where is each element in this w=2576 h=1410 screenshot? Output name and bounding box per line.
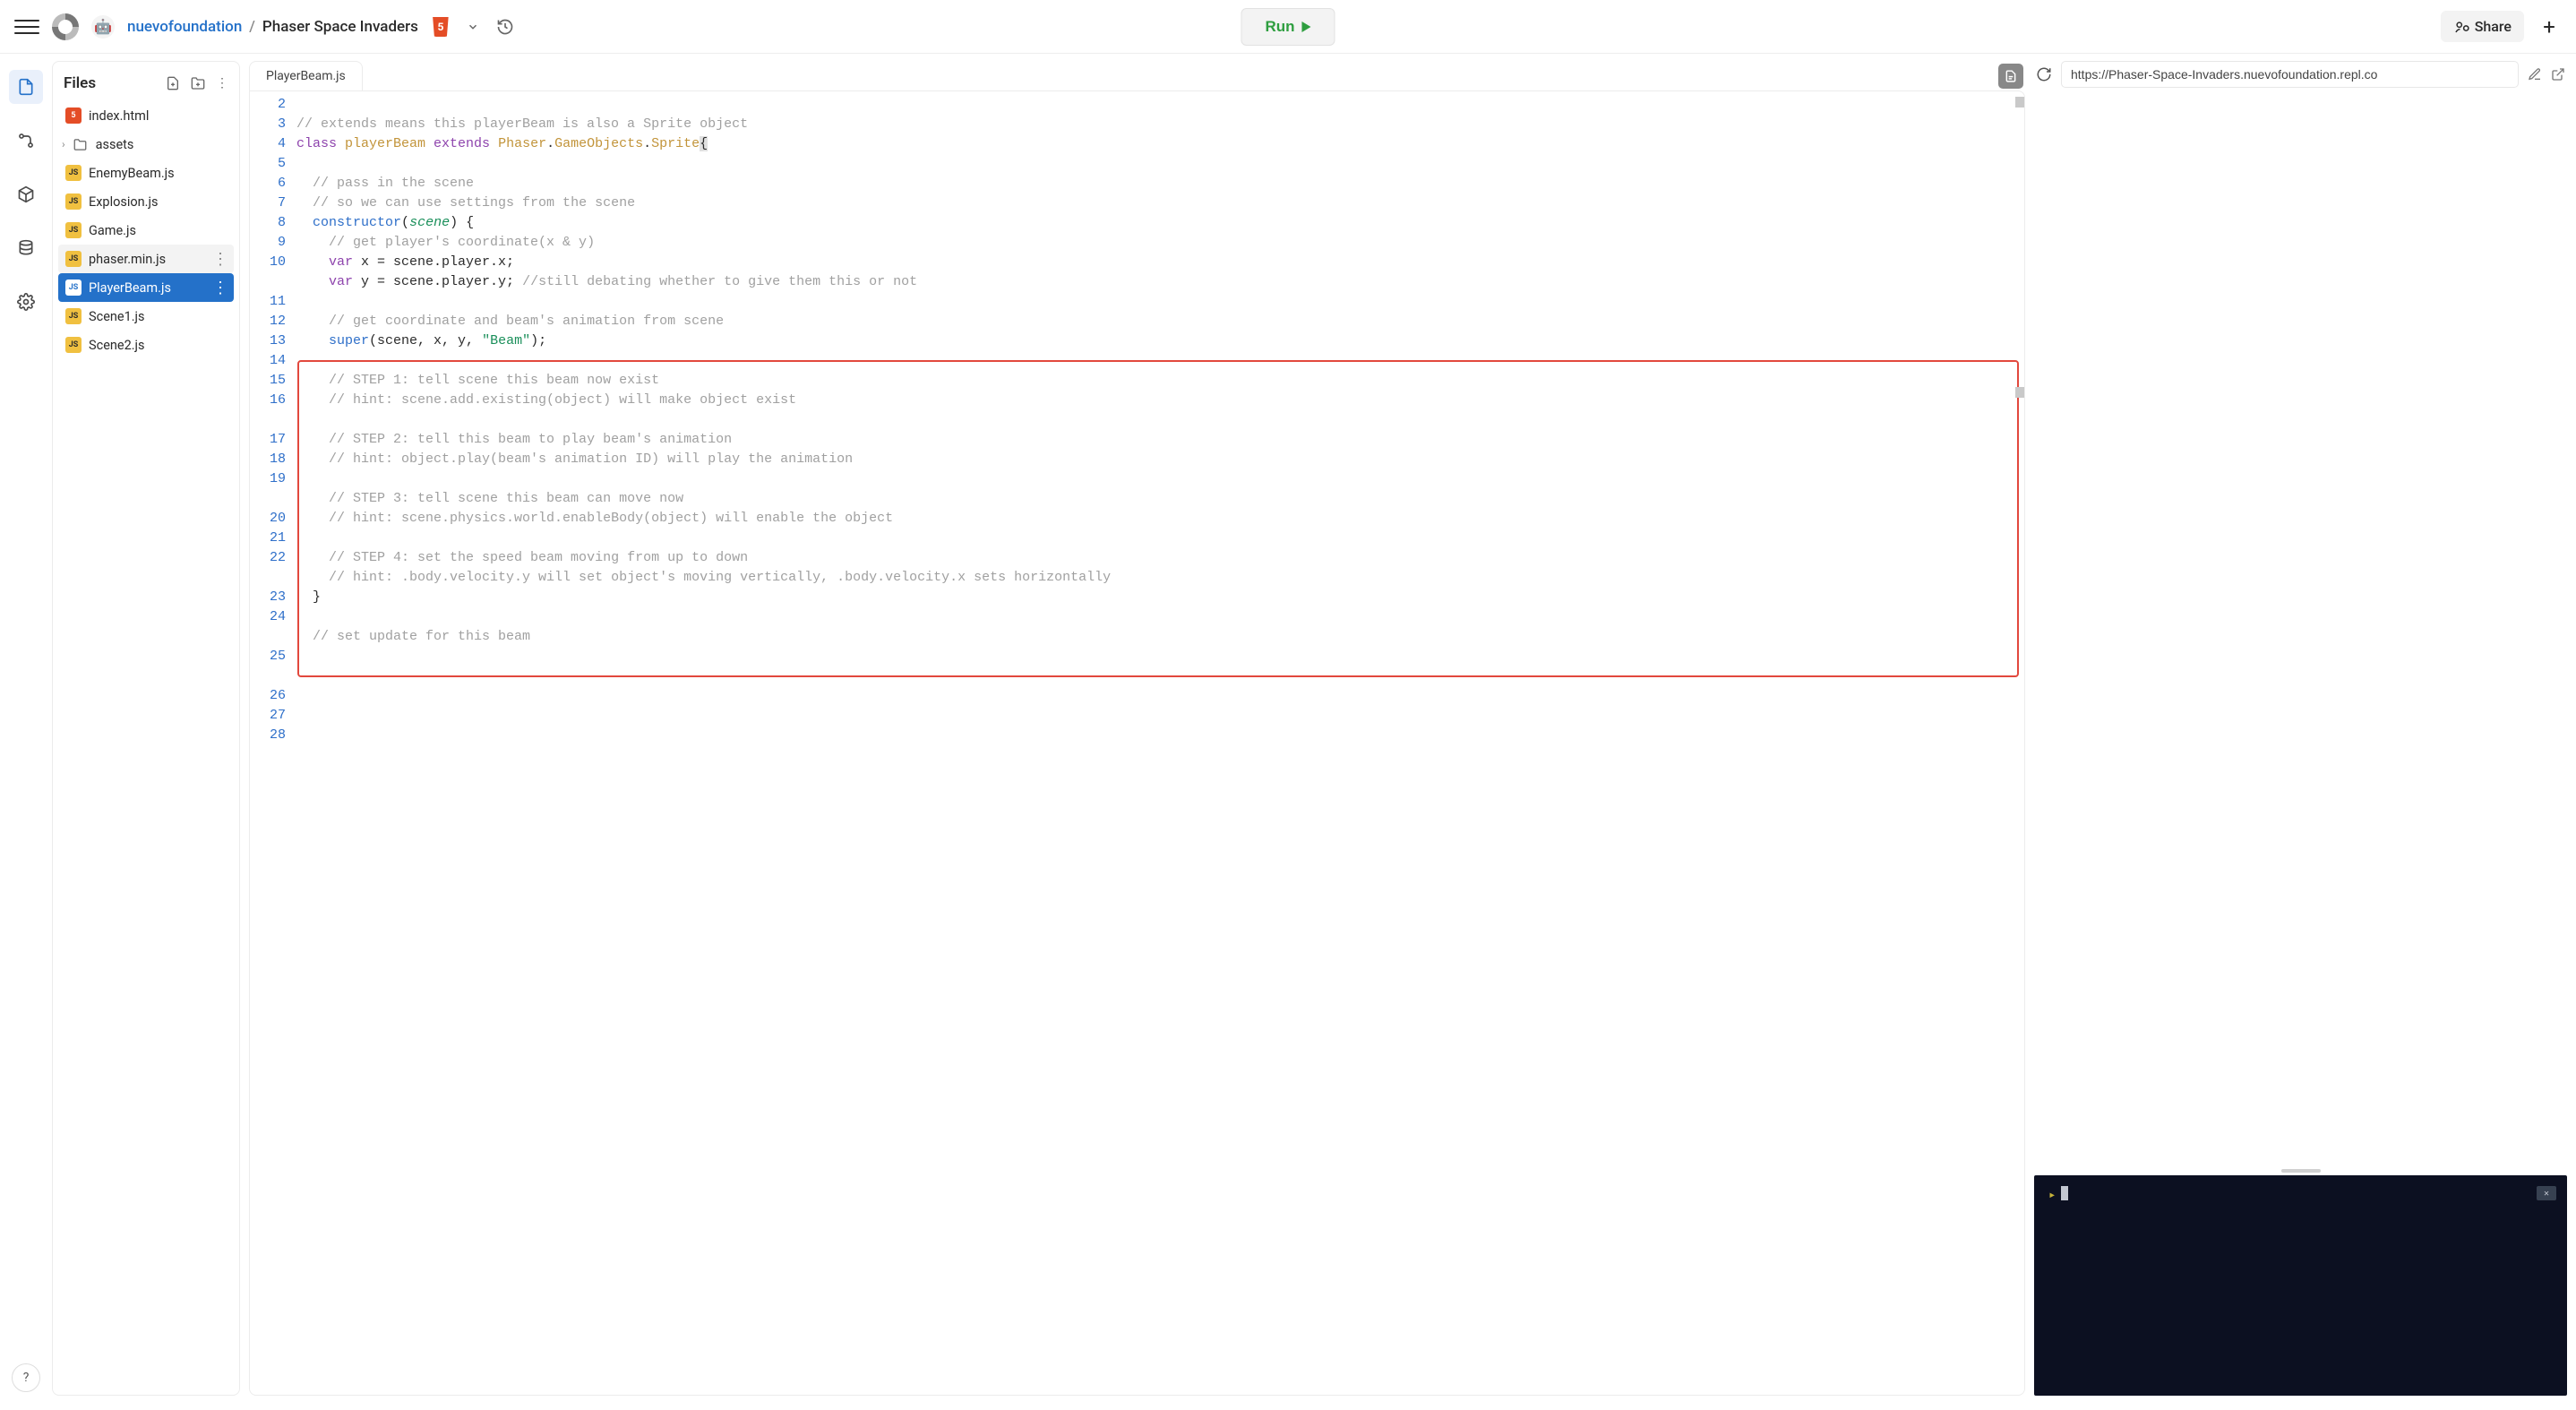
file-row-menu-icon[interactable]: ⋮ — [212, 250, 228, 269]
file-row-game-js[interactable]: JS Game.js — [58, 216, 234, 245]
js-file-icon: JS — [65, 308, 82, 324]
header: 🤖 nuevofoundation / Phaser Space Invader… — [0, 0, 2576, 54]
docs-icon[interactable] — [1998, 64, 2023, 89]
file-row-index-html[interactable]: 5 index.html — [58, 101, 234, 130]
run-button-label: Run — [1265, 18, 1294, 36]
preview-url-input[interactable] — [2061, 61, 2519, 88]
js-file-icon: JS — [65, 251, 82, 267]
file-label: assets — [96, 137, 134, 152]
files-panel-title: Files — [64, 74, 96, 92]
help-icon[interactable]: ? — [12, 1363, 40, 1392]
file-row-assets[interactable]: › assets — [58, 130, 234, 159]
run-button[interactable]: Run — [1241, 8, 1335, 46]
breadcrumb: nuevofoundation / Phaser Space Invaders — [127, 18, 418, 36]
chevron-down-icon[interactable] — [463, 17, 483, 37]
js-file-icon: JS — [65, 337, 82, 353]
js-file-icon: JS — [65, 222, 82, 238]
file-label: Scene2.js — [89, 338, 145, 353]
rail-packages-icon[interactable] — [9, 177, 43, 211]
output-column: ▸ ✕ — [2034, 61, 2567, 1396]
file-row-scene2-js[interactable]: JS Scene2.js — [58, 331, 234, 359]
open-external-icon[interactable] — [2551, 67, 2565, 82]
file-label: PlayerBeam.js — [89, 280, 171, 296]
rail-database-icon[interactable] — [9, 231, 43, 265]
file-row-menu-icon[interactable]: ⋮ — [212, 279, 228, 297]
html5-icon: 5 — [431, 17, 451, 37]
vertical-resize-handle[interactable] — [2034, 1166, 2567, 1175]
editor-tab[interactable]: PlayerBeam.js — [249, 61, 363, 90]
files-more-icon[interactable]: ⋮ — [216, 76, 228, 90]
editor-column: PlayerBeam.js 2345678910 111213141516 17… — [249, 61, 2025, 1396]
editor-scrollbar[interactable] — [2015, 387, 2024, 398]
files-panel: Files ⋮ 5 index.html › assets JS EnemyBeam.js… — [52, 61, 240, 1396]
breadcrumb-project: Phaser Space Invaders — [262, 18, 418, 36]
plus-icon[interactable]: + — [2537, 14, 2562, 39]
code-editor[interactable]: 2345678910 111213141516 171819 202122 23… — [249, 90, 2025, 1396]
new-file-icon[interactable] — [166, 76, 180, 90]
js-file-icon: JS — [65, 165, 82, 181]
folder-icon — [73, 136, 89, 152]
file-label: Game.js — [89, 223, 136, 238]
side-rail: ? — [0, 54, 52, 1410]
file-row-scene1-js[interactable]: JS Scene1.js — [58, 302, 234, 331]
share-button-label: Share — [2475, 18, 2512, 35]
hamburger-menu-icon[interactable] — [14, 14, 39, 39]
file-label: EnemyBeam.js — [89, 166, 175, 181]
chevron-right-icon: › — [62, 138, 65, 150]
file-row-phaser-min-js[interactable]: JS phaser.min.js ⋮ — [58, 245, 234, 273]
edit-url-icon[interactable] — [2528, 67, 2542, 82]
rail-files-icon[interactable] — [9, 70, 43, 104]
editor-scrollbar[interactable] — [2015, 97, 2024, 107]
file-label: Scene1.js — [89, 309, 145, 324]
file-row-playerbeam-js[interactable]: JS PlayerBeam.js ⋮ — [58, 273, 234, 302]
js-file-icon: JS — [65, 279, 82, 296]
file-label: Explosion.js — [89, 194, 158, 210]
rail-settings-icon[interactable] — [9, 285, 43, 319]
play-icon — [1302, 21, 1311, 32]
share-icon — [2453, 19, 2469, 35]
new-folder-icon[interactable] — [191, 76, 205, 90]
avatar[interactable]: 🤖 — [91, 15, 115, 39]
history-icon[interactable] — [495, 17, 515, 37]
console-clear-icon[interactable]: ✕ — [2537, 1186, 2556, 1200]
breadcrumb-separator: / — [249, 18, 255, 36]
js-file-icon: JS — [65, 193, 82, 210]
editor-code[interactable]: // extends means this playerBeam is also… — [296, 91, 2024, 1395]
preview-pane[interactable] — [2034, 88, 2567, 1166]
rail-version-control-icon[interactable] — [9, 124, 43, 158]
html-file-icon: 5 — [65, 107, 82, 124]
refresh-icon[interactable] — [2036, 66, 2052, 82]
main: ? Files ⋮ 5 index.html › assets JS EnemyBeam.… — [0, 54, 2576, 1410]
console-cursor — [2061, 1186, 2068, 1200]
breadcrumb-owner[interactable]: nuevofoundation — [127, 18, 242, 36]
file-row-enemybeam-js[interactable]: JS EnemyBeam.js — [58, 159, 234, 187]
replit-logo-icon[interactable] — [52, 13, 79, 40]
share-button[interactable]: Share — [2441, 11, 2524, 42]
editor-gutter: 2345678910 111213141516 171819 202122 23… — [250, 91, 296, 1395]
file-label: phaser.min.js — [89, 252, 166, 267]
file-row-explosion-js[interactable]: JS Explosion.js — [58, 187, 234, 216]
console-prompt-icon: ▸ — [2048, 1188, 2056, 1202]
preview-url-bar — [2034, 61, 2567, 88]
console-pane[interactable]: ▸ ✕ — [2034, 1175, 2567, 1396]
file-label: index.html — [89, 108, 149, 124]
